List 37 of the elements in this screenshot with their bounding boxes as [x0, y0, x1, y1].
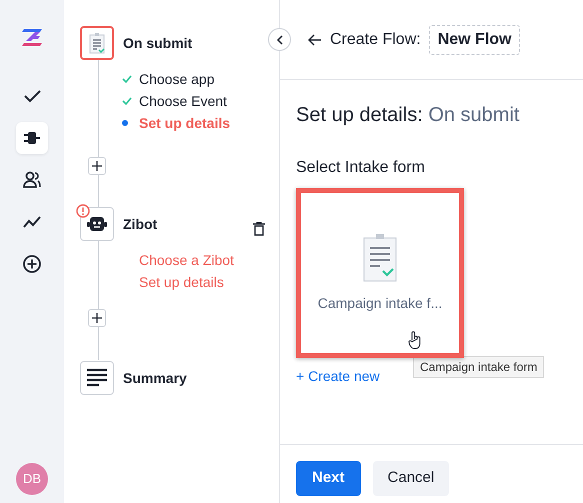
plus-icon	[92, 313, 102, 323]
create-new-link[interactable]: + Create new	[296, 366, 380, 387]
trash-icon[interactable]	[253, 222, 265, 236]
substep-label[interactable]: Choose app	[139, 68, 215, 90]
step-icon-box[interactable]	[80, 361, 114, 395]
nav-item[interactable]	[16, 122, 48, 154]
people-icon	[22, 170, 42, 190]
step-title: Zibot	[123, 215, 158, 234]
add-step-button[interactable]	[88, 309, 106, 327]
substep-label[interactable]: Set up details	[122, 272, 224, 292]
flow-name-field[interactable]: New Flow	[428, 24, 520, 54]
substep-label[interactable]: Set up details	[139, 112, 230, 134]
field-label: Select Intake form	[296, 158, 426, 178]
page-title: Create Flow:	[330, 30, 421, 50]
step-title: On submit	[123, 34, 194, 53]
text-lines-icon	[86, 367, 108, 389]
step-title: Summary	[123, 369, 188, 388]
back-arrow-icon[interactable]	[308, 34, 322, 46]
substep-label[interactable]: Choose Event	[139, 90, 227, 112]
next-button[interactable]: Next	[296, 461, 361, 496]
substep-label[interactable]: Choose a Zibot	[122, 250, 234, 270]
step-name: On submit	[428, 104, 520, 126]
hand-cursor-icon	[408, 330, 422, 349]
chevron-left-icon	[274, 34, 284, 44]
form-card[interactable]: Campaign intake f...	[296, 188, 464, 358]
clipboard-icon	[362, 233, 398, 283]
avatar[interactable]: DB	[16, 463, 48, 495]
step-icon-box[interactable]	[80, 26, 114, 60]
add-step-button[interactable]	[88, 157, 106, 175]
add-icon	[22, 254, 42, 274]
tooltip: Campaign intake form	[413, 356, 544, 378]
logo-icon	[20, 26, 44, 49]
cancel-button[interactable]: Cancel	[372, 461, 450, 496]
plus-icon	[92, 161, 102, 171]
dot-icon	[122, 120, 128, 126]
section-heading: Set up details:	[296, 104, 424, 126]
collapse-button[interactable]	[268, 28, 291, 51]
